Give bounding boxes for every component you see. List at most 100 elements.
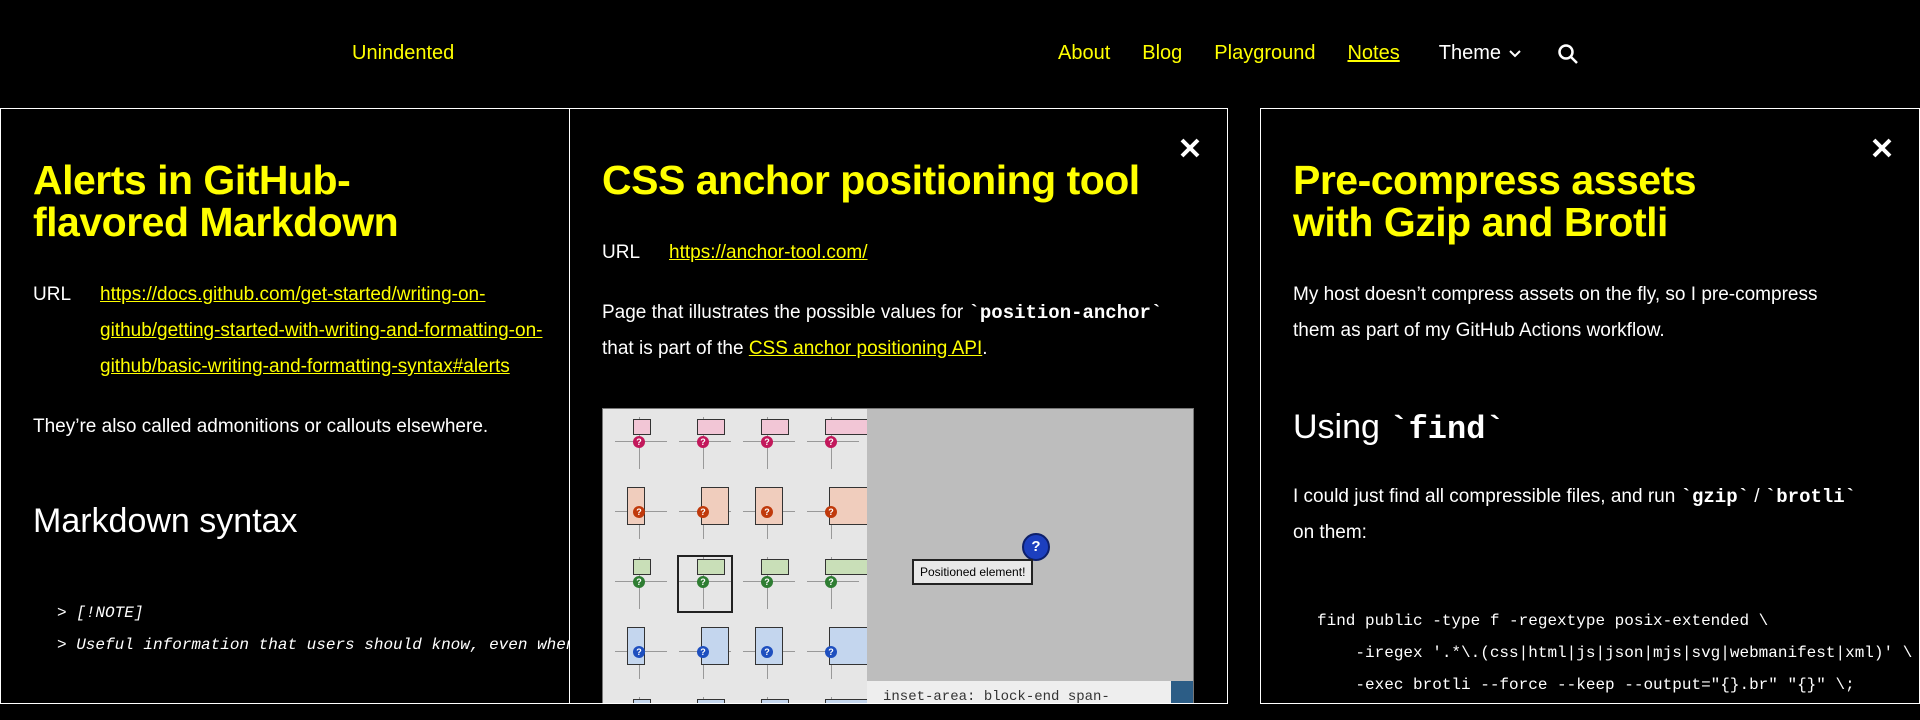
para-text: I could just find all compressible files… (1293, 486, 1681, 507)
selected-example-outline (677, 555, 733, 613)
close-icon[interactable] (1871, 137, 1893, 159)
position-example: ? (679, 487, 731, 539)
para-text: . (982, 338, 988, 359)
note-title: CSS anchor positioning tool (602, 157, 1140, 203)
para-text: them as part of my GitHub Actions workfl… (1293, 320, 1665, 341)
note-paragraph: Page that illustrates the possible value… (602, 295, 1162, 367)
para-text: My host doesn’t compress assets on the f… (1293, 284, 1818, 305)
position-example: ? (807, 417, 873, 469)
preview-area: ? Positioned element! inset-area: block-… (867, 409, 1193, 703)
code-snippet: inset-area: block-end span- (867, 681, 1193, 703)
heading-text: Using (1293, 408, 1390, 446)
anchor-marker: ? (633, 436, 645, 448)
position-example: ? (679, 697, 731, 703)
anchor-marker: ? (825, 646, 837, 658)
example-box (825, 419, 873, 435)
anchor-marker: ? (633, 646, 645, 658)
inline-code: `gzip` (1680, 486, 1750, 508)
title-line: Alerts in GitHub- (33, 157, 351, 203)
positioned-element: Positioned element! (912, 559, 1034, 585)
anchor-marker: ? (825, 506, 837, 518)
position-example: ? (615, 417, 667, 469)
position-example: ? (679, 627, 731, 679)
code-line: -exec brotli --force --keep --output="{}… (1317, 676, 1855, 694)
note-title: Alerts in GitHub- flavored Markdown (33, 157, 399, 245)
example-box (633, 559, 651, 575)
anchor-marker: ? (633, 506, 645, 518)
anchor-marker: ? (697, 646, 709, 658)
inline-code: `brotli` (1764, 486, 1857, 508)
position-example: ? (743, 487, 795, 539)
para-text: Page that illustrates the possible value… (602, 302, 969, 323)
copy-icon (1171, 681, 1193, 703)
note-paragraph: My host doesn’t compress assets on the f… (1293, 277, 1817, 349)
theme-dropdown[interactable]: Theme (1439, 42, 1521, 65)
anchor-marker: ? (761, 576, 773, 588)
position-example: ? (743, 417, 795, 469)
note-paragraph: I could just find all compressible files… (1293, 479, 1856, 551)
code-line: > Useful information that users should k… (57, 636, 569, 654)
code-line: find public -type f -regextype posix-ext… (1317, 612, 1769, 630)
note-panel-precompress: Pre-compress assets with Gzip and Brotli… (1260, 108, 1920, 704)
note-panel-anchor: CSS anchor positioning tool URL https://… (569, 108, 1228, 704)
section-heading: Using `find` (1293, 407, 1505, 450)
inline-code: `position-anchor` (968, 302, 1163, 324)
url-label: URL (602, 242, 641, 263)
position-example: ? (807, 557, 873, 609)
url-row: URL https://docs.github.com/get-started/… (33, 277, 542, 385)
url-text: github/getting-started-with-writing-and-… (100, 320, 543, 341)
section-heading: Markdown syntax (33, 502, 298, 540)
para-text: that is part of the (602, 338, 749, 359)
position-example: ? (807, 697, 873, 703)
close-icon[interactable] (1179, 137, 1201, 159)
position-example: ? (679, 417, 731, 469)
note-paragraph: They’re also called admonitions or callo… (33, 416, 489, 437)
anchor-marker: ? (825, 576, 837, 588)
position-example: ? (743, 627, 795, 679)
url-text: github/basic-writing-and-formatting-synt… (100, 356, 510, 377)
nav-about[interactable]: About (1058, 42, 1110, 65)
example-box (697, 419, 725, 435)
example-box (825, 559, 873, 575)
code-line: > [!NOTE] (57, 604, 144, 622)
anchor-marker: ? (825, 436, 837, 448)
title-line: flavored Markdown (33, 199, 399, 245)
position-example: ? (743, 557, 795, 609)
para-text: / (1749, 486, 1765, 507)
anchor-marker: ? (633, 576, 645, 588)
inline-code: `find` (1389, 411, 1505, 448)
anchor-marker: ? (697, 506, 709, 518)
anchor-marker: ? (761, 646, 773, 658)
anchor-element: ? (1022, 533, 1050, 561)
search-button[interactable] (1557, 43, 1579, 65)
nav-blog[interactable]: Blog (1142, 42, 1182, 65)
position-example: ? (615, 487, 667, 539)
note-title: Pre-compress assets with Gzip and Brotli (1293, 157, 1697, 243)
position-example: ? (807, 487, 877, 539)
nav-notes[interactable]: Notes (1347, 42, 1399, 65)
example-box (761, 699, 789, 703)
chevron-down-icon (1509, 49, 1521, 57)
site-title[interactable]: Unindented (352, 42, 454, 65)
title-line: Pre-compress assets (1293, 157, 1697, 203)
code-line: -iregex '.*\.(css|html|js|json|mjs|svg|w… (1317, 644, 1913, 662)
css-anchor-api-link[interactable]: CSS anchor positioning API (749, 338, 982, 359)
url-row: URL https://anchor-tool.com/ (602, 235, 868, 271)
position-example: ? (615, 557, 667, 609)
search-icon (1558, 43, 1578, 64)
position-example: ? (807, 627, 877, 679)
note-url-link[interactable]: https://anchor-tool.com/ (669, 235, 868, 271)
theme-label: Theme (1438, 42, 1501, 64)
code-block: > [!NOTE] > Useful information that user… (57, 597, 569, 661)
nav-playground[interactable]: Playground (1214, 42, 1315, 65)
note-url-link[interactable]: https://docs.github.com/get-started/writ… (100, 277, 542, 385)
anchor-marker: ? (761, 506, 773, 518)
anchor-marker: ? (697, 436, 709, 448)
example-box (697, 699, 725, 703)
url-label: URL (33, 284, 72, 305)
anchor-tool-screenshot: ???????????????????? ? Positioned elemen… (602, 408, 1194, 703)
code-block: find public -type f -regextype posix-ext… (1317, 605, 1912, 701)
url-text: https://docs.github.com/get-started/writ… (100, 284, 486, 305)
position-grid: ???????????????????? (603, 409, 877, 703)
position-example: ? (615, 697, 667, 703)
